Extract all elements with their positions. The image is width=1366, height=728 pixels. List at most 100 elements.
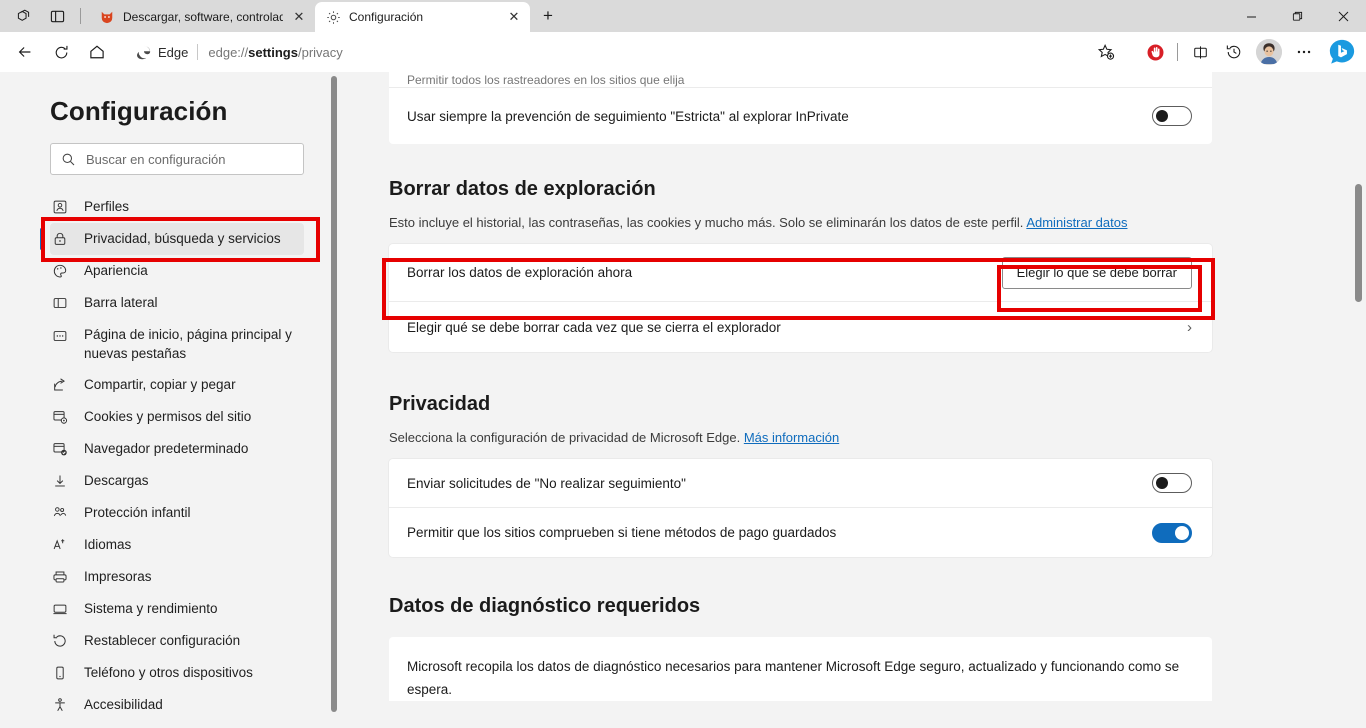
history-icon[interactable] <box>1218 37 1250 67</box>
sidebar-item-restablecer[interactable]: Restablecer configuración <box>50 625 304 657</box>
sidebar-item-barra-lateral[interactable]: Barra lateral <box>50 287 304 319</box>
choose-what-to-clear-button[interactable]: Elegir lo que se debe borrar <box>1001 256 1192 289</box>
omnibox-divider <box>197 44 199 60</box>
clear-on-close-row[interactable]: Elegir qué se debe borrar cada vez que s… <box>389 302 1212 352</box>
sidebar-item-telefono[interactable]: Teléfono y otros dispositivos <box>50 657 304 689</box>
clear-now-label: Borrar los datos de exploración ahora <box>407 265 633 280</box>
back-arrow-icon[interactable] <box>8 37 42 67</box>
settings-sidebar: Configuración Per <box>0 72 340 728</box>
sidebar-item-label: Impresoras <box>84 569 152 584</box>
adblock-extension-icon[interactable] <box>1139 37 1171 67</box>
lock-icon <box>50 229 70 249</box>
inprivate-strict-row[interactable]: Usar siempre la prevención de seguimient… <box>389 88 1212 144</box>
sidebar-item-accesibilidad[interactable]: Accesibilidad <box>50 689 304 721</box>
tab-search-icon[interactable] <box>8 3 38 29</box>
home-icon[interactable] <box>80 37 114 67</box>
inprivate-strict-label: Usar siempre la prevención de seguimient… <box>407 108 849 124</box>
privacy-section-description: Selecciona la configuración de privacida… <box>389 430 1212 445</box>
allow-trackers-label: Permitir todos los rastreadores en los s… <box>407 73 685 87</box>
settings-content: Permitir todos los rastreadores en los s… <box>340 72 1366 728</box>
diagnostics-section-title: Datos de diagnóstico requeridos <box>389 595 701 617</box>
window-controls <box>1228 0 1366 32</box>
download-icon <box>50 471 70 491</box>
sidebar-scrollbar-thumb[interactable] <box>331 76 337 712</box>
refresh-icon[interactable] <box>44 37 78 67</box>
close-window-button[interactable] <box>1320 0 1366 32</box>
sidebar-item-label: Compartir, copiar y pegar <box>84 377 236 392</box>
sidebar-item-impresoras[interactable]: Impresoras <box>50 561 304 593</box>
sidebar-item-label: Sistema y rendimiento <box>84 601 218 616</box>
allow-trackers-row: Permitir todos los rastreadores en los s… <box>389 72 1212 88</box>
url-bold: settings <box>248 44 298 60</box>
sidebar-item-proteccion-infantil[interactable]: Protección infantil <box>50 497 304 529</box>
do-not-track-toggle[interactable] <box>1152 473 1192 493</box>
sidebar-item-perfiles[interactable]: Perfiles <box>50 191 304 223</box>
sidebar-item-label: Restablecer configuración <box>84 633 241 648</box>
clear-browsing-data-title: Borrar datos de exploración <box>389 178 656 200</box>
system-icon <box>50 599 70 619</box>
minimize-button[interactable] <box>1228 0 1274 32</box>
profile-avatar[interactable] <box>1252 37 1286 67</box>
default-browser-icon <box>50 439 70 459</box>
sidebar-icon <box>50 293 70 313</box>
profile-card-icon <box>50 197 70 217</box>
sidebar-item-label: Idiomas <box>84 537 132 552</box>
payment-methods-row[interactable]: Permitir que los sitios comprueben si ti… <box>389 508 1212 557</box>
maximize-button[interactable] <box>1274 0 1320 32</box>
edge-label: Edge <box>158 44 189 60</box>
privacy-card: Enviar solicitudes de "No realizar segui… <box>389 459 1212 557</box>
add-favorite-icon[interactable] <box>1089 38 1123 66</box>
main-scrollbar-track[interactable] <box>1354 72 1362 728</box>
toolbar-divider <box>1177 43 1178 61</box>
sidebar-item-label: Teléfono y otros dispositivos <box>84 665 253 680</box>
sidebar-item-navegador-predeterminado[interactable]: Navegador predeterminado <box>50 433 304 465</box>
diagnostics-body-text: Microsoft recopila los datos de diagnóst… <box>407 659 1180 697</box>
inprivate-strict-toggle[interactable] <box>1152 106 1192 126</box>
cookies-icon <box>50 407 70 427</box>
do-not-track-label: Enviar solicitudes de "No realizar segui… <box>407 475 686 491</box>
url-text: edge://settings/privacy <box>208 45 342 60</box>
address-toolbar: Edge edge://settings/privacy <box>0 32 1366 72</box>
browser-tab-0[interactable]: Descargar, software, controlador ✕ <box>89 2 315 32</box>
split-screen-icon[interactable] <box>1184 37 1216 67</box>
titlebar-left-icons <box>0 0 89 32</box>
sidebar-item-idiomas[interactable]: Idiomas <box>50 529 304 561</box>
palette-icon <box>50 261 70 281</box>
browser-tab-1[interactable]: Configuración ✕ <box>315 2 530 32</box>
close-icon[interactable]: ✕ <box>289 7 309 27</box>
settings-nav-list: Perfiles Privacidad, búsqueda y servicio… <box>0 191 340 721</box>
clear-on-close-label: Elegir qué se debe borrar cada vez que s… <box>407 319 781 335</box>
new-tab-button[interactable]: + <box>534 2 562 30</box>
sidebar-item-privacidad[interactable]: Privacidad, búsqueda y servicios <box>40 223 304 255</box>
sidebar-item-sistema[interactable]: Sistema y rendimiento <box>50 593 304 625</box>
search-input[interactable] <box>86 151 293 167</box>
more-options-icon[interactable] <box>1288 37 1320 67</box>
sidebar-item-pagina-inicio[interactable]: Página de inicio, página principal y nue… <box>50 319 304 369</box>
diagnostics-card: Microsoft recopila los datos de diagnóst… <box>389 637 1212 701</box>
sidebar-item-label: Apariencia <box>84 263 148 278</box>
split-tabs-icon[interactable] <box>42 3 72 29</box>
sidebar-item-compartir[interactable]: Compartir, copiar y pegar <box>50 369 304 401</box>
sidebar-item-label: Navegador predeterminado <box>84 441 249 456</box>
address-bar[interactable]: Edge edge://settings/privacy <box>122 37 1131 67</box>
sidebar-item-cookies[interactable]: Cookies y permisos del sitio <box>50 401 304 433</box>
manage-data-link[interactable]: Administrar datos <box>1026 215 1127 230</box>
sidebar-item-label: Perfiles <box>84 199 130 214</box>
do-not-track-row[interactable]: Enviar solicitudes de "No realizar segui… <box>389 459 1212 508</box>
clear-browsing-data-card: Borrar los datos de exploración ahora El… <box>389 244 1212 352</box>
printer-icon <box>50 567 70 587</box>
edge-logo-icon <box>134 43 152 61</box>
privacy-section-title: Privacidad <box>389 393 491 415</box>
search-icon <box>61 152 76 167</box>
close-icon[interactable]: ✕ <box>504 7 524 27</box>
payment-methods-toggle[interactable] <box>1152 522 1192 543</box>
sidebar-item-descargas[interactable]: Descargas <box>50 465 304 497</box>
main-scrollbar-thumb[interactable] <box>1355 184 1362 302</box>
clear-now-row[interactable]: Borrar los datos de exploración ahora El… <box>389 244 1212 302</box>
reset-icon <box>50 631 70 651</box>
bing-copilot-icon[interactable] <box>1326 36 1358 68</box>
sidebar-item-apariencia[interactable]: Apariencia <box>50 255 304 287</box>
search-settings-box[interactable] <box>50 143 304 175</box>
clear-description-text: Esto incluye el historial, las contraseñ… <box>389 215 1024 230</box>
learn-more-link[interactable]: Más información <box>744 430 839 445</box>
